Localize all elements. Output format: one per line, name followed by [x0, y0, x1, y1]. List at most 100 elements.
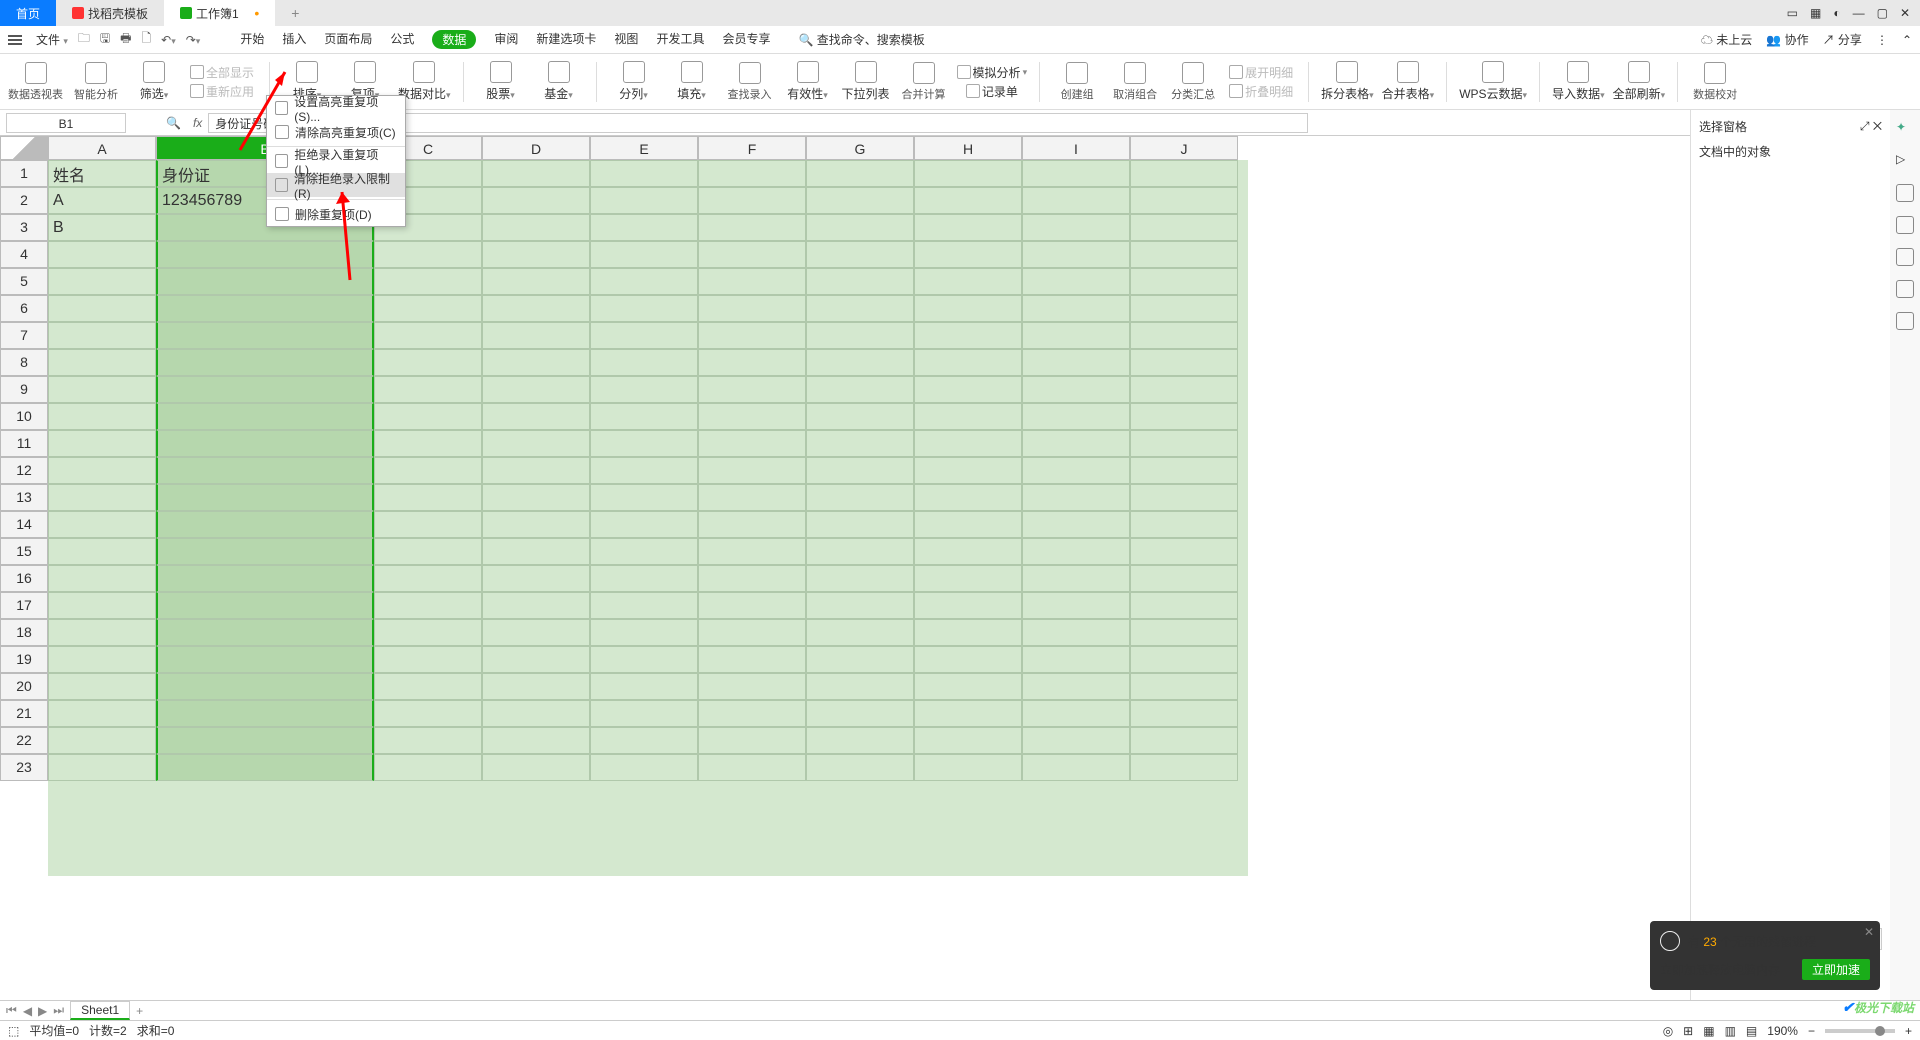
file-menu[interactable]: 文件 ▾ — [36, 31, 68, 48]
status-view-normal[interactable]: ▦ — [1703, 1024, 1714, 1038]
cell-H2[interactable] — [914, 187, 1022, 214]
cell-A19[interactable] — [48, 646, 156, 673]
cell-I21[interactable] — [1022, 700, 1130, 727]
cell-F4[interactable] — [698, 241, 806, 268]
cell-C10[interactable] — [374, 403, 482, 430]
collab-button[interactable]: 👥 协作 — [1766, 31, 1808, 48]
btn-stock[interactable]: 股票▾ — [476, 61, 526, 102]
cell-E23[interactable] — [590, 754, 698, 781]
cell-B20[interactable] — [156, 673, 374, 700]
cell-C19[interactable] — [374, 646, 482, 673]
col-header-I[interactable]: I — [1022, 136, 1130, 160]
status-icon1[interactable]: ◎ — [1663, 1024, 1673, 1038]
cell-B19[interactable] — [156, 646, 374, 673]
cell-E3[interactable] — [590, 214, 698, 241]
btn-groupadd[interactable]: 创建组 — [1052, 62, 1102, 102]
cell-H11[interactable] — [914, 430, 1022, 457]
cell-F5[interactable] — [698, 268, 806, 295]
cell-B6[interactable] — [156, 295, 374, 322]
cell-J10[interactable] — [1130, 403, 1238, 430]
cell-J6[interactable] — [1130, 295, 1238, 322]
tab-vip[interactable]: 会员专享 — [722, 30, 770, 49]
cell-H19[interactable] — [914, 646, 1022, 673]
col-header-F[interactable]: F — [698, 136, 806, 160]
cell-E15[interactable] — [590, 538, 698, 565]
cell-J16[interactable] — [1130, 565, 1238, 592]
cell-I23[interactable] — [1022, 754, 1130, 781]
cell-H21[interactable] — [914, 700, 1022, 727]
menu-delete-dup[interactable]: 删除重复项(D) — [267, 202, 405, 226]
cell-H14[interactable] — [914, 511, 1022, 538]
cell-D20[interactable] — [482, 673, 590, 700]
cell-E21[interactable] — [590, 700, 698, 727]
cell-E10[interactable] — [590, 403, 698, 430]
tab-data[interactable]: 数据 — [432, 30, 476, 49]
cell-A5[interactable] — [48, 268, 156, 295]
layout-icon[interactable]: ▭ — [1787, 6, 1798, 20]
cell-F13[interactable] — [698, 484, 806, 511]
cell-F1[interactable] — [698, 160, 806, 187]
tab-home[interactable]: 首页 — [0, 0, 56, 26]
cell-J19[interactable] — [1130, 646, 1238, 673]
cell-C15[interactable] — [374, 538, 482, 565]
cell-G7[interactable] — [806, 322, 914, 349]
cell-G1[interactable] — [806, 160, 914, 187]
cell-D8[interactable] — [482, 349, 590, 376]
menu-clear-highlight[interactable]: 清除高亮重复项(C) — [267, 120, 405, 144]
find-icon[interactable]: 🔍 — [166, 116, 181, 130]
cell-H12[interactable] — [914, 457, 1022, 484]
cell-H1[interactable] — [914, 160, 1022, 187]
cell-D4[interactable] — [482, 241, 590, 268]
cell-A7[interactable] — [48, 322, 156, 349]
cell-C21[interactable] — [374, 700, 482, 727]
tab-dev[interactable]: 开发工具 — [656, 30, 704, 49]
side-tool6[interactable] — [1896, 312, 1914, 330]
row-header-6[interactable]: 6 — [0, 295, 48, 322]
cell-D23[interactable] — [482, 754, 590, 781]
row-header-16[interactable]: 16 — [0, 565, 48, 592]
cell-D13[interactable] — [482, 484, 590, 511]
status-zoom[interactable]: 190% — [1767, 1024, 1798, 1038]
cell-H23[interactable] — [914, 754, 1022, 781]
cell-A17[interactable] — [48, 592, 156, 619]
cell-D7[interactable] — [482, 322, 590, 349]
sheet-tab-1[interactable]: Sheet1 — [70, 1001, 130, 1020]
cell-J15[interactable] — [1130, 538, 1238, 565]
maximize-icon[interactable]: ▢ — [1877, 6, 1888, 20]
cell-I5[interactable] — [1022, 268, 1130, 295]
cell-G17[interactable] — [806, 592, 914, 619]
side-star-icon[interactable]: ✦ — [1896, 120, 1914, 138]
cell-J17[interactable] — [1130, 592, 1238, 619]
btn-valid[interactable]: 有效性▾ — [783, 61, 833, 102]
cell-I9[interactable] — [1022, 376, 1130, 403]
cell-H9[interactable] — [914, 376, 1022, 403]
cell-D14[interactable] — [482, 511, 590, 538]
cell-I22[interactable] — [1022, 727, 1130, 754]
cell-I11[interactable] — [1022, 430, 1130, 457]
cell-E14[interactable] — [590, 511, 698, 538]
cell-H22[interactable] — [914, 727, 1022, 754]
cell-F6[interactable] — [698, 295, 806, 322]
cell-G3[interactable] — [806, 214, 914, 241]
cell-B12[interactable] — [156, 457, 374, 484]
cell-D15[interactable] — [482, 538, 590, 565]
cell-B10[interactable] — [156, 403, 374, 430]
tab-add[interactable]: + — [275, 0, 315, 26]
name-box[interactable]: B1 — [6, 113, 126, 133]
btn-fill[interactable]: 填充▾ — [667, 61, 717, 102]
col-header-H[interactable]: H — [914, 136, 1022, 160]
cell-D6[interactable] — [482, 295, 590, 322]
menu-set-highlight[interactable]: 设置高亮重复项(S)... — [267, 96, 405, 120]
cell-E8[interactable] — [590, 349, 698, 376]
btn-import[interactable]: 导入数据▾ — [1552, 61, 1605, 102]
tab-template[interactable]: 找稻壳模板 — [56, 0, 164, 26]
cell-G21[interactable] — [806, 700, 914, 727]
cell-A8[interactable] — [48, 349, 156, 376]
btn-groupdel[interactable]: 取消组合 — [1110, 62, 1160, 102]
cell-I10[interactable] — [1022, 403, 1130, 430]
cell-J1[interactable] — [1130, 160, 1238, 187]
cell-G12[interactable] — [806, 457, 914, 484]
status-icon2[interactable]: ⊞ — [1683, 1024, 1693, 1038]
cell-E19[interactable] — [590, 646, 698, 673]
cell-F9[interactable] — [698, 376, 806, 403]
